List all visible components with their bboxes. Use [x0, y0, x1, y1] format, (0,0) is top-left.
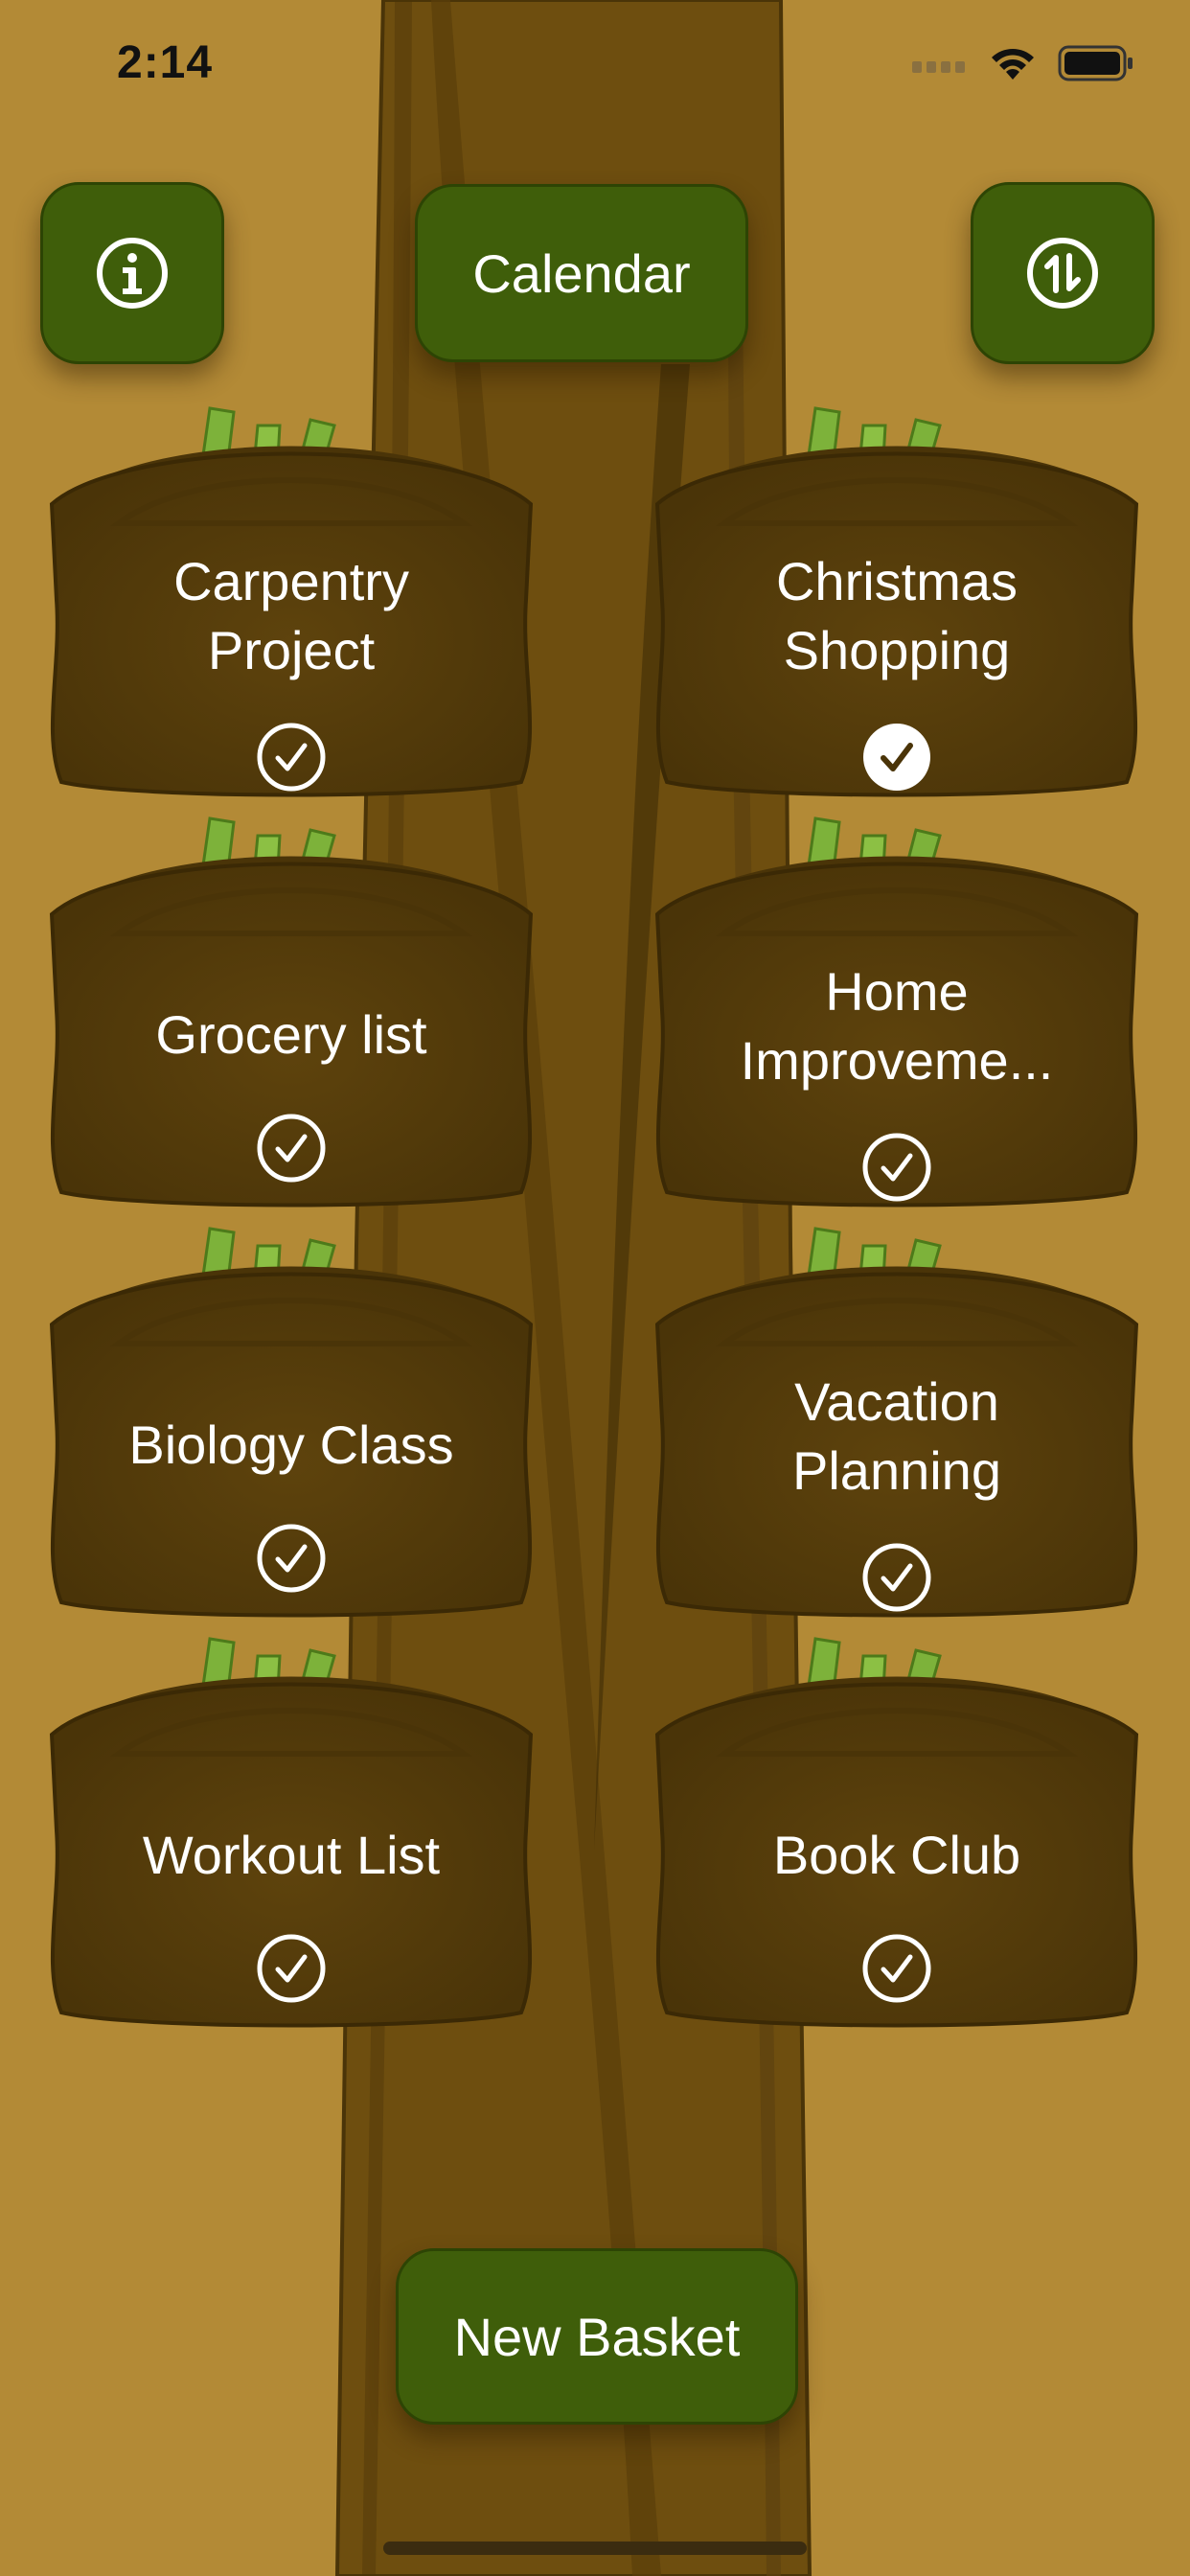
sync-arrows-icon: [1027, 238, 1098, 309]
basket-card[interactable]: Christmas Shopping: [648, 399, 1146, 811]
basket-title: Christmas Shopping: [775, 551, 1018, 680]
sync-button[interactable]: [971, 182, 1155, 364]
checkmark-circle-icon[interactable]: [257, 1524, 326, 1593]
calendar-button[interactable]: Calendar: [415, 184, 748, 362]
battery-icon: [1058, 45, 1133, 81]
basket-title: Book Club: [772, 1825, 1021, 1885]
checkmark-circle-icon[interactable]: [862, 1133, 931, 1202]
new-basket-button[interactable]: New Basket: [396, 2248, 798, 2425]
checkmark-circle-icon[interactable]: [257, 1934, 326, 2003]
checkmark-circle-filled-icon[interactable]: [862, 723, 931, 792]
wifi-icon: [992, 49, 1034, 80]
basket-card[interactable]: Biology Class: [42, 1219, 540, 1631]
basket-title: Home Improveme...: [740, 961, 1054, 1091]
info-circle-icon: [97, 238, 168, 309]
status-bar: 2:14: [0, 0, 1190, 125]
checkmark-circle-icon[interactable]: [862, 1934, 931, 2003]
basket-card[interactable]: Home Improveme...: [648, 809, 1146, 1221]
checkmark-circle-icon[interactable]: [257, 1114, 326, 1183]
checkmark-circle-icon[interactable]: [257, 723, 326, 792]
basket-title: Carpentry Project: [173, 551, 409, 680]
cellular-signal-icon: [912, 61, 965, 73]
home-indicator[interactable]: [383, 2542, 807, 2555]
basket-card[interactable]: Vacation Planning: [648, 1219, 1146, 1631]
basket-title: Vacation Planning: [792, 1371, 1001, 1501]
checkmark-circle-icon[interactable]: [862, 1543, 931, 1612]
basket-title: Biology Class: [128, 1414, 454, 1475]
basket-title: Grocery list: [155, 1004, 427, 1065]
status-time: 2:14: [117, 37, 214, 88]
basket-card[interactable]: Grocery list: [42, 809, 540, 1221]
basket-card[interactable]: Carpentry Project: [42, 399, 540, 811]
info-button[interactable]: [40, 182, 224, 364]
status-icons: [912, 44, 1134, 82]
basket-title: Workout List: [142, 1825, 441, 1885]
basket-card[interactable]: Book Club: [648, 1629, 1146, 2041]
basket-card[interactable]: Workout List: [42, 1629, 540, 2041]
